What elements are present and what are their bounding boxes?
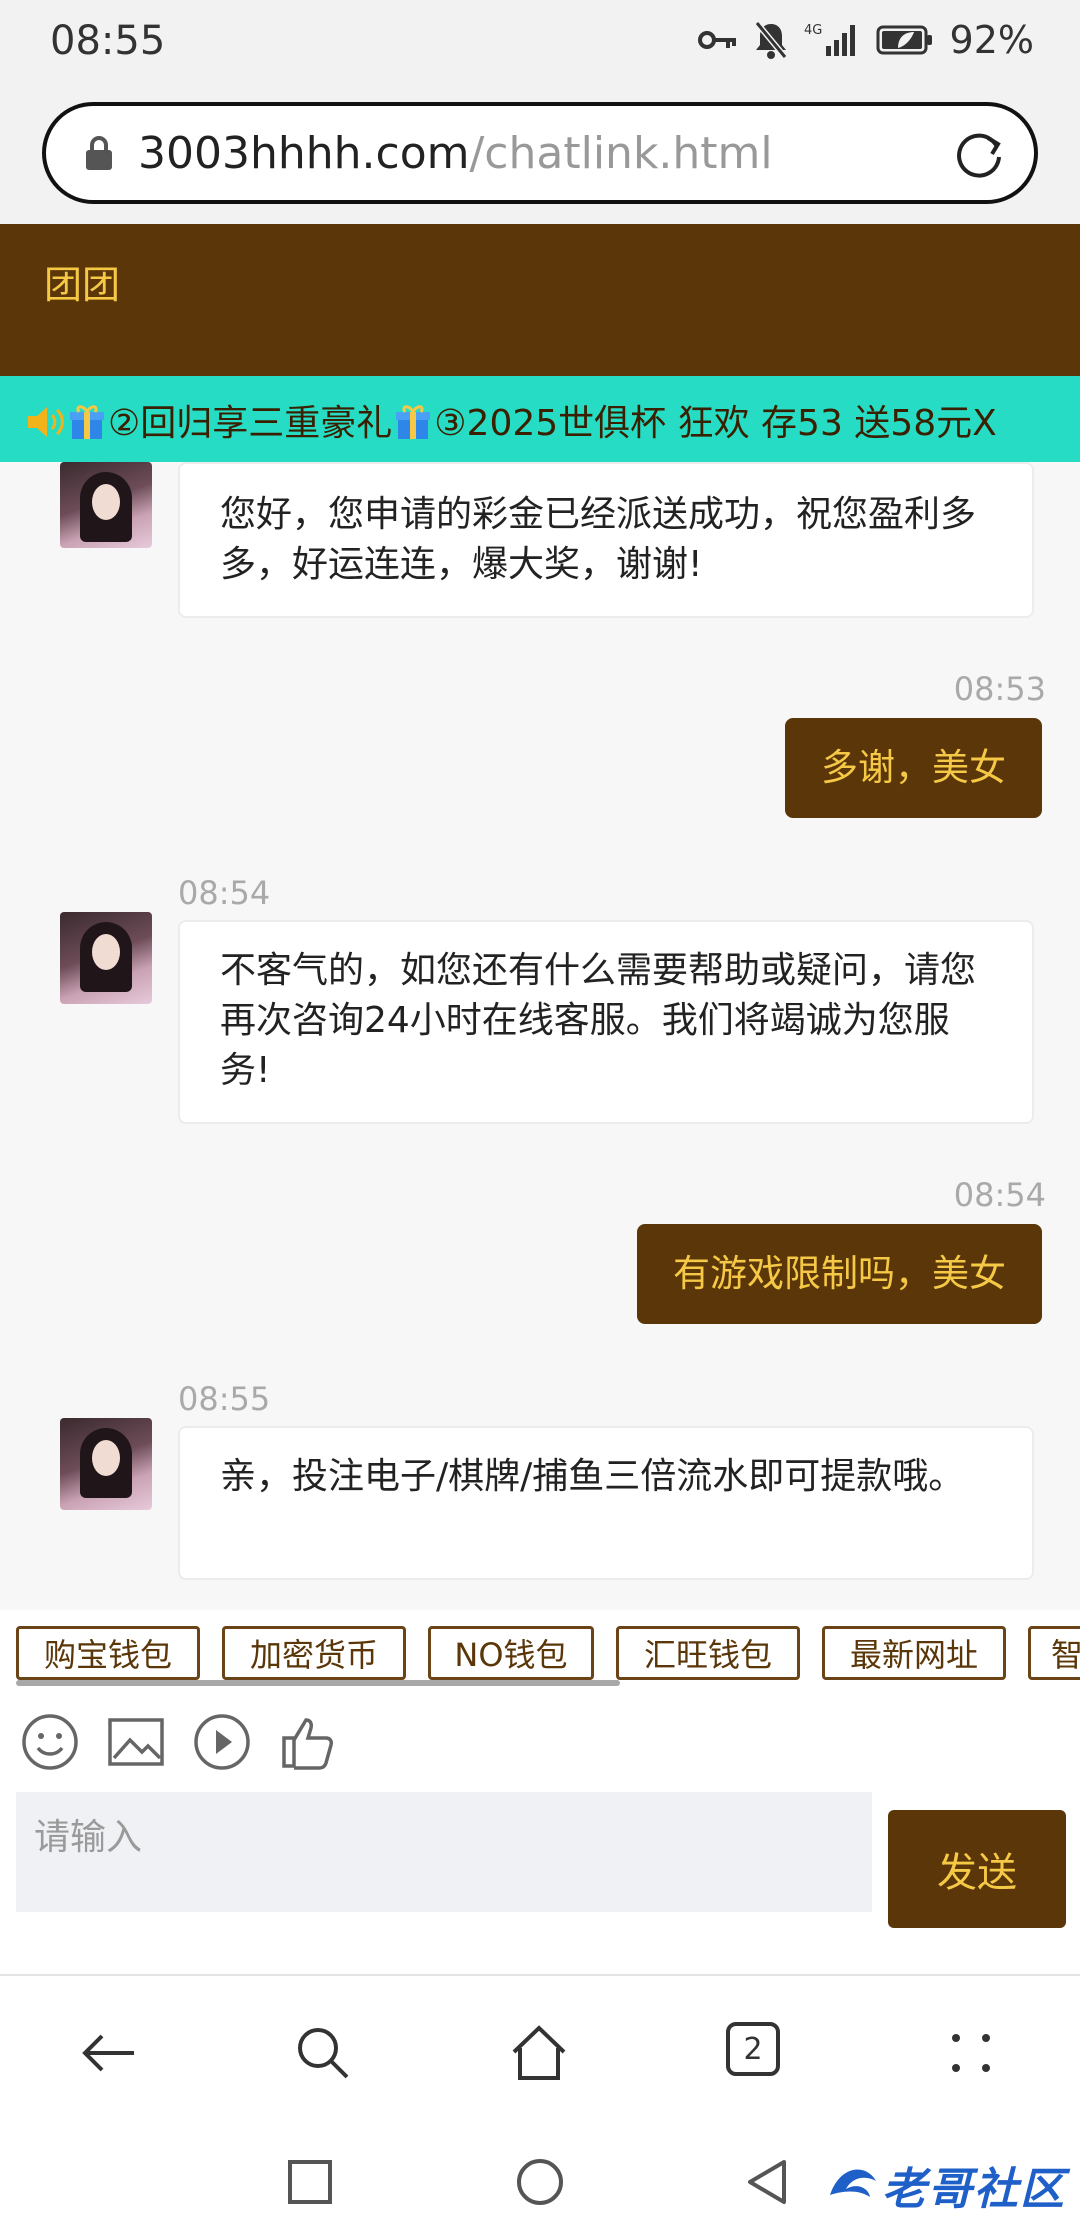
battery-percent: 92% xyxy=(949,18,1034,62)
system-nav-bar: 老哥社区 xyxy=(0,2128,1080,2240)
chat-header: 团团 xyxy=(0,224,1080,376)
marquee-text: ②回归享三重豪礼 ③2025世俱杯 狂欢 存53 送58元X xyxy=(24,394,997,446)
quick-link-button[interactable]: 购宝钱包 xyxy=(16,1626,200,1680)
quick-link-button[interactable]: 智 xyxy=(1028,1626,1080,1680)
message-time: 08:53 xyxy=(953,670,1046,708)
signal-4g-icon: 4G xyxy=(804,23,855,56)
quick-link-button[interactable]: 最新网址 xyxy=(822,1626,1006,1680)
reload-icon[interactable] xyxy=(952,128,1006,182)
status-time: 08:55 xyxy=(50,18,166,64)
message-time: 08:54 xyxy=(178,874,271,912)
browser-toolbar: 3003hhhh.com/chatlink.html xyxy=(0,86,1080,224)
lock-icon xyxy=(86,136,112,170)
marquee-text-1: ②回归享三重豪礼 xyxy=(108,403,393,444)
chat-messages[interactable]: 您好，您申请的彩金已经派送成功，祝您盈利多多，好运连连，爆大奖，谢谢! 08:5… xyxy=(0,462,1080,1610)
marquee-text-2: ③2025世俱杯 狂欢 存53 送58元X xyxy=(434,403,997,444)
quick-links-scrollbar[interactable] xyxy=(16,1680,620,1686)
back-triangle-icon[interactable] xyxy=(742,2156,794,2208)
search-icon[interactable] xyxy=(292,2022,354,2084)
thumbs-up-icon[interactable] xyxy=(278,1712,338,1772)
mute-bell-icon xyxy=(754,21,787,59)
user-message: 多谢，美女 xyxy=(785,718,1042,818)
status-icons: 4G 92% xyxy=(697,18,1034,62)
battery-icon xyxy=(876,25,932,55)
speaker-icon xyxy=(28,407,64,437)
agent-message: 不客气的，如您还有什么需要帮助或疑问，请您再次咨询24小时在线客服。我们将竭诚为… xyxy=(178,920,1034,1124)
key-icon xyxy=(697,31,736,49)
address-bar[interactable]: 3003hhhh.com/chatlink.html xyxy=(42,102,1038,204)
agent-avatar xyxy=(60,912,152,1004)
url-path: /chatlink.html xyxy=(469,127,773,179)
menu-dots-icon[interactable] xyxy=(940,2022,1002,2084)
status-bar: 08:55 4G 92% xyxy=(0,0,1080,86)
quick-link-button[interactable]: NO钱包 xyxy=(428,1626,594,1680)
gift-icon xyxy=(396,405,431,439)
back-arrow-icon[interactable] xyxy=(78,2022,140,2084)
url-domain: 3003hhhh.com xyxy=(138,127,470,179)
quick-link-button[interactable]: 加密货币 xyxy=(222,1626,406,1680)
message-time: 08:54 xyxy=(953,1176,1046,1214)
input-toolbar xyxy=(0,1692,1080,1792)
svg-text:4G: 4G xyxy=(804,23,822,38)
agent-message: 亲，投注电子/棋牌/捕鱼三倍流水即可提款哦。 xyxy=(178,1426,1034,1580)
recents-square-icon[interactable] xyxy=(284,2156,336,2208)
browser-bottom-nav: 2 xyxy=(0,1974,1080,2128)
home-icon[interactable] xyxy=(508,2022,570,2084)
message-time: 08:55 xyxy=(178,1380,271,1418)
message-composer: 发送 xyxy=(0,1792,1080,1974)
watermark-text: 老哥社区 xyxy=(882,2164,1066,2215)
dragon-logo-icon xyxy=(830,2169,876,2197)
home-circle-icon[interactable] xyxy=(514,2156,566,2208)
announcement-marquee: ②回归享三重豪礼 ③2025世俱杯 狂欢 存53 送58元X xyxy=(0,376,1080,462)
page-title: 团团 xyxy=(44,263,121,307)
message-input[interactable] xyxy=(16,1792,872,1912)
agent-avatar xyxy=(60,462,152,548)
url-text[interactable]: 3003hhhh.com/chatlink.html xyxy=(138,128,773,179)
video-icon[interactable] xyxy=(192,1712,252,1772)
agent-avatar xyxy=(60,1418,152,1510)
quick-link-button[interactable]: 汇旺钱包 xyxy=(616,1626,800,1680)
emoji-icon[interactable] xyxy=(20,1712,80,1772)
watermark-logo: 老哥社区 xyxy=(822,2142,1066,2228)
agent-message: 您好，您申请的彩金已经派送成功，祝您盈利多多，好运连连，爆大奖，谢谢! xyxy=(178,462,1034,618)
user-message: 有游戏限制吗，美女 xyxy=(637,1224,1042,1324)
tabs-button[interactable]: 2 xyxy=(726,2022,780,2076)
gift-icon xyxy=(70,405,104,439)
image-icon[interactable] xyxy=(106,1712,166,1772)
send-button[interactable]: 发送 xyxy=(888,1810,1066,1928)
